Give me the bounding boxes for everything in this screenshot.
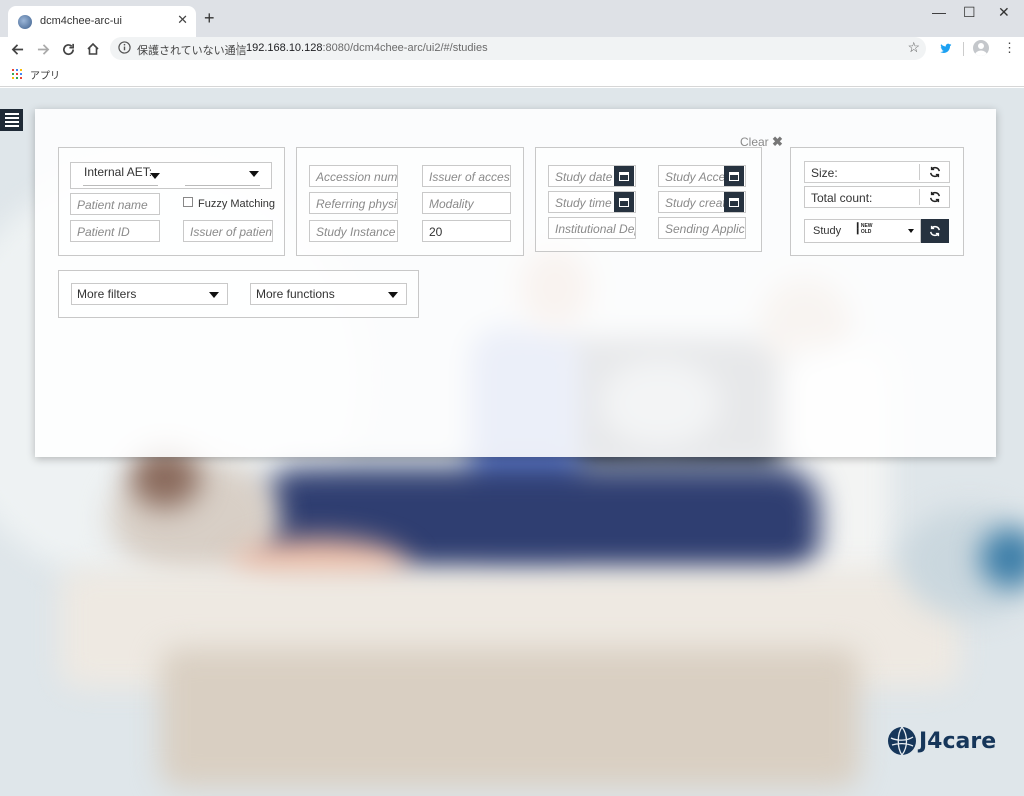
refresh-size-button[interactable] [921, 162, 949, 182]
close-icon: ✖ [772, 134, 783, 149]
modality-input[interactable]: Modality [422, 192, 511, 214]
page-content: Clear ✖ Internal AET: Patient name Fuzzy… [0, 88, 1024, 796]
referring-physician-input[interactable]: Referring physician [309, 192, 398, 214]
institutional-department-input[interactable]: Institutional Department [548, 217, 636, 239]
url-text[interactable]: 192.168.10.128:8080/dcm4chee-arc/ui2/#/s… [246, 42, 488, 54]
patient-name-input[interactable]: Patient name [70, 193, 160, 215]
back-button[interactable] [7, 37, 27, 61]
chevron-down-icon [908, 229, 914, 233]
sidebar-menu-button[interactable] [0, 109, 23, 131]
home-icon [87, 42, 99, 55]
close-window-button[interactable]: ✕ [998, 4, 1010, 21]
patient-filter-group: Internal AET: Patient name Fuzzy Matchin… [58, 147, 285, 256]
new-tab-button[interactable]: + [204, 8, 215, 28]
address-bar[interactable]: 保護されていない通信 192.168.10.128:8080/dcm4chee-… [110, 37, 926, 60]
maximize-button[interactable]: ☐ [963, 4, 976, 21]
minimize-button[interactable]: — [932, 4, 946, 20]
accession-number-input[interactable]: Accession number [309, 165, 398, 187]
tab-close-icon[interactable]: ✕ [177, 12, 188, 28]
sort-new-old-icon: ▍NEW ▍OLD [857, 223, 873, 235]
browser-toolbar: 保護されていない通信 192.168.10.128:8080/dcm4chee-… [0, 37, 1024, 61]
arrow-left-icon [11, 43, 23, 55]
limit-input[interactable]: 20 [422, 220, 511, 242]
date-filter-group: Study date Study Access Study time Study… [535, 147, 762, 252]
browser-menu-icon[interactable]: ⋮ [1003, 40, 1016, 56]
filter-panel: Clear ✖ Internal AET: Patient name Fuzzy… [35, 109, 996, 457]
browser-tab[interactable]: dcm4chee-arc-ui ✕ [8, 6, 196, 37]
security-status-text: 保護されていない通信 [137, 45, 247, 57]
bookmark-star-icon[interactable]: ☆ [907, 39, 920, 56]
search-refresh-button[interactable] [921, 219, 949, 243]
reload-button[interactable] [58, 37, 78, 61]
j4care-logo: J4care [887, 726, 996, 756]
issuer-of-patient-input[interactable]: Issuer of patient [183, 220, 273, 242]
chevron-down-icon [388, 292, 398, 298]
bookmark-apps[interactable]: アプリ [30, 67, 60, 82]
patient-id-input[interactable]: Patient ID [70, 220, 160, 242]
internal-aet-select[interactable]: Internal AET: [70, 162, 272, 189]
more-filters-dropdown[interactable]: More filters [71, 283, 228, 305]
study-filter-group: Accession number Issuer of accession Ref… [296, 147, 524, 256]
hamburger-icon [4, 113, 19, 115]
favicon-icon [18, 15, 32, 29]
refresh-icon [929, 191, 941, 203]
toolbar-divider [963, 42, 964, 56]
arrow-right-icon [37, 43, 49, 55]
twitter-extension-icon[interactable] [940, 41, 952, 59]
calendar-icon[interactable] [724, 166, 744, 186]
apps-grid-icon[interactable] [12, 69, 22, 79]
fuzzy-matching-label: Fuzzy Matching [198, 198, 276, 210]
address-divider [237, 42, 238, 55]
calendar-icon[interactable] [614, 166, 634, 186]
sending-application-input[interactable]: Sending Application [658, 217, 746, 239]
calendar-icon[interactable] [614, 192, 634, 212]
refresh-icon [929, 225, 941, 237]
fuzzy-matching-checkbox[interactable] [183, 197, 193, 207]
issuer-of-accession-input[interactable]: Issuer of accession [422, 165, 511, 187]
reload-icon [62, 43, 74, 55]
tab-title: dcm4chee-arc-ui [40, 15, 122, 27]
home-button[interactable] [83, 37, 103, 61]
refresh-icon [929, 166, 941, 178]
info-icon[interactable] [118, 41, 131, 59]
study-instance-uid-input[interactable]: Study Instance UID [309, 220, 398, 242]
chevron-down-icon [249, 171, 259, 177]
bookmarks-bar: アプリ [0, 61, 1024, 87]
account-avatar-icon[interactable] [973, 40, 989, 56]
chevron-down-icon [150, 173, 160, 179]
more-functions-dropdown[interactable]: More functions [250, 283, 407, 305]
refresh-count-button[interactable] [921, 187, 949, 207]
forward-button[interactable] [33, 37, 53, 61]
calendar-icon[interactable] [724, 192, 744, 212]
browser-tab-strip: dcm4chee-arc-ui ✕ + — ☐ ✕ [0, 0, 1024, 37]
count-group: Size: Total count: Study ▍NEW ▍OLD [790, 147, 964, 256]
more-options-group: More filters More functions [58, 270, 419, 318]
order-by-select[interactable]: Study ▍NEW ▍OLD [804, 219, 921, 243]
globe-logo-icon [888, 726, 916, 756]
chevron-down-icon [209, 292, 219, 298]
